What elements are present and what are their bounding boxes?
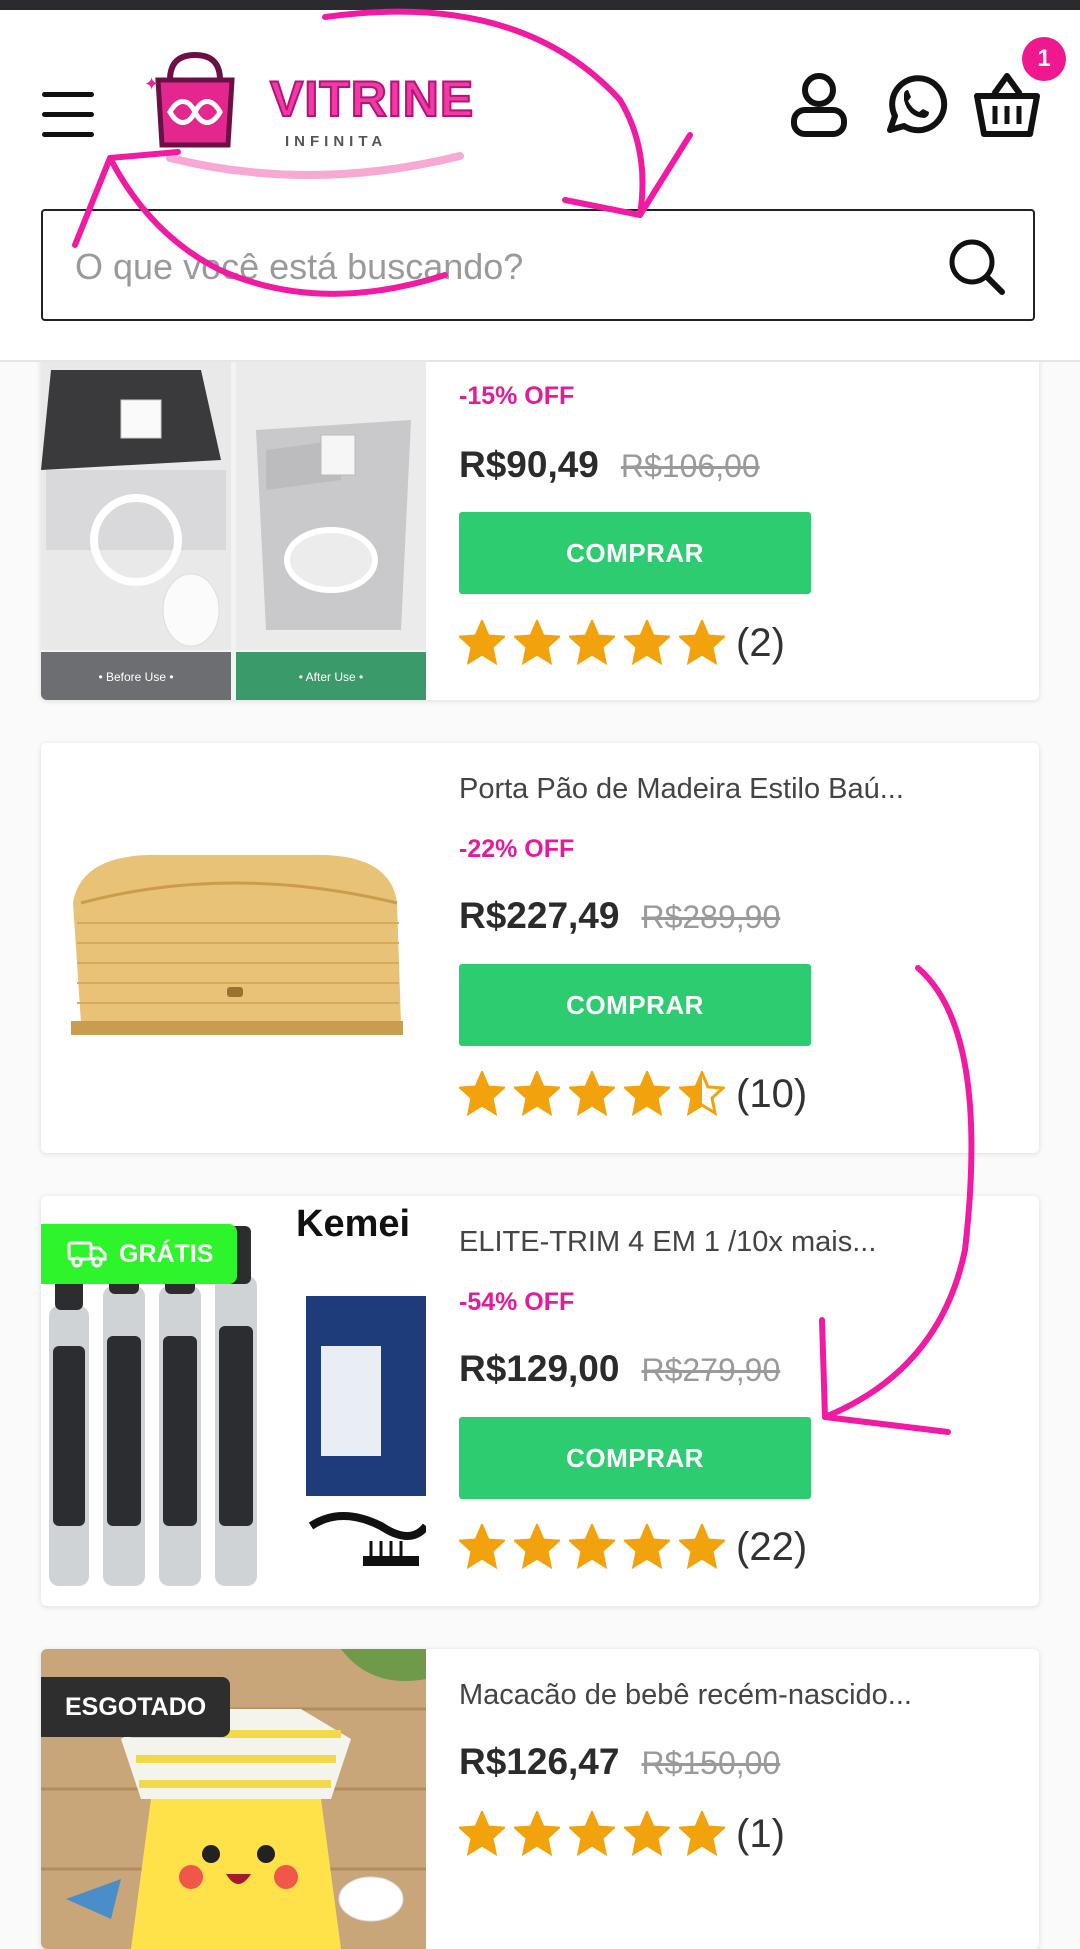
- product-image[interactable]: [41, 743, 426, 1153]
- star-full-icon: [459, 1811, 505, 1857]
- whatsapp-icon[interactable]: [878, 70, 948, 140]
- before-use-label: • Before Use •: [98, 670, 173, 684]
- product-card[interactable]: • Before Use • • After Use • -15% OFF R$…: [41, 340, 1039, 700]
- site-header: ✦ VITRINE INFINITA 1: [0, 10, 1080, 362]
- logo-swoosh: [166, 152, 464, 179]
- rating-stars: (10): [459, 1069, 807, 1119]
- discount-label: -54% OFF: [459, 1288, 575, 1316]
- star-full-icon: [459, 1071, 505, 1117]
- price: R$227,49 R$289,90: [459, 895, 780, 937]
- star-full-icon: [624, 1071, 670, 1117]
- sold-out-badge: ESGOTADO: [41, 1677, 231, 1737]
- review-count: (10): [736, 1071, 808, 1116]
- star-full-icon: [569, 620, 615, 666]
- star-full-icon: [679, 1524, 725, 1570]
- product-card[interactable]: ESGOTADO Macacão de bebê recém-nascido..…: [41, 1649, 1039, 1949]
- star-full-icon: [624, 1811, 670, 1857]
- old-price: R$279,90: [641, 1352, 781, 1388]
- cart-count-badge: 1: [1022, 37, 1066, 81]
- status-bar: [0, 0, 1080, 10]
- product-name[interactable]: Porta Pão de Madeira Estilo Baú...: [459, 773, 999, 806]
- rating-stars: (1): [459, 1809, 785, 1859]
- buy-button[interactable]: COMPRAR: [459, 1417, 811, 1499]
- product-image[interactable]: • Before Use • • After Use •: [41, 340, 426, 700]
- review-count: (1): [736, 1811, 785, 1856]
- price: R$126,47 R$150,00: [459, 1741, 780, 1783]
- product-name[interactable]: ELITE-TRIM 4 EM 1 /10x mais...: [459, 1226, 999, 1259]
- current-price: R$90,49: [459, 444, 599, 485]
- current-price: R$126,47: [459, 1741, 620, 1782]
- star-full-icon: [624, 1524, 670, 1570]
- star-full-icon: [679, 1811, 725, 1857]
- search-icon[interactable]: [945, 235, 1009, 299]
- brand-text: Kemei: [296, 1203, 410, 1245]
- truck-icon: [67, 1241, 107, 1268]
- rating-stars: (2): [459, 618, 785, 668]
- current-price: R$227,49: [459, 895, 620, 936]
- star-full-icon: [514, 620, 560, 666]
- discount-label: -15% OFF: [459, 382, 575, 410]
- cart-icon[interactable]: [972, 70, 1042, 140]
- product-card[interactable]: Porta Pão de Madeira Estilo Baú... -22% …: [41, 743, 1039, 1153]
- star-full-icon: [624, 620, 670, 666]
- product-card[interactable]: Kemei GRÁTIS ELITE-TRIM 4 EM 1 /10x mais…: [41, 1196, 1039, 1606]
- product-name[interactable]: Macacão de bebê recém-nascido...: [459, 1679, 999, 1712]
- free-shipping-badge: GRÁTIS: [41, 1224, 237, 1284]
- star-full-icon: [514, 1811, 560, 1857]
- star-full-icon: [459, 1524, 505, 1570]
- star-full-icon: [459, 620, 505, 666]
- price: R$90,49 R$106,00: [459, 444, 760, 486]
- star-full-icon: [514, 1071, 560, 1117]
- search-input[interactable]: [73, 231, 937, 303]
- price: R$129,00 R$279,90: [459, 1348, 780, 1390]
- star-full-icon: [569, 1524, 615, 1570]
- after-use-label: • After Use •: [299, 670, 363, 684]
- free-shipping-label: GRÁTIS: [119, 1239, 214, 1268]
- search-bar: [41, 209, 1035, 321]
- menu-icon[interactable]: [42, 90, 96, 140]
- rating-stars: (22): [459, 1522, 807, 1572]
- old-price: R$106,00: [620, 448, 760, 484]
- review-count: (22): [736, 1524, 808, 1569]
- old-price: R$150,00: [641, 1745, 781, 1781]
- star-full-icon: [569, 1811, 615, 1857]
- logo-title: VITRINE: [269, 70, 475, 128]
- svg-text:✦: ✦: [144, 74, 159, 94]
- star-half-icon: [679, 1071, 725, 1117]
- old-price: R$289,90: [641, 899, 781, 935]
- review-count: (2): [736, 620, 785, 665]
- star-full-icon: [569, 1071, 615, 1117]
- star-full-icon: [679, 620, 725, 666]
- star-full-icon: [514, 1524, 560, 1570]
- user-icon[interactable]: [784, 70, 854, 140]
- buy-button[interactable]: COMPRAR: [459, 964, 811, 1046]
- site-logo[interactable]: ✦ VITRINE INFINITA: [140, 40, 480, 179]
- buy-button[interactable]: COMPRAR: [459, 512, 811, 594]
- discount-label: -22% OFF: [459, 835, 575, 863]
- current-price: R$129,00: [459, 1348, 620, 1389]
